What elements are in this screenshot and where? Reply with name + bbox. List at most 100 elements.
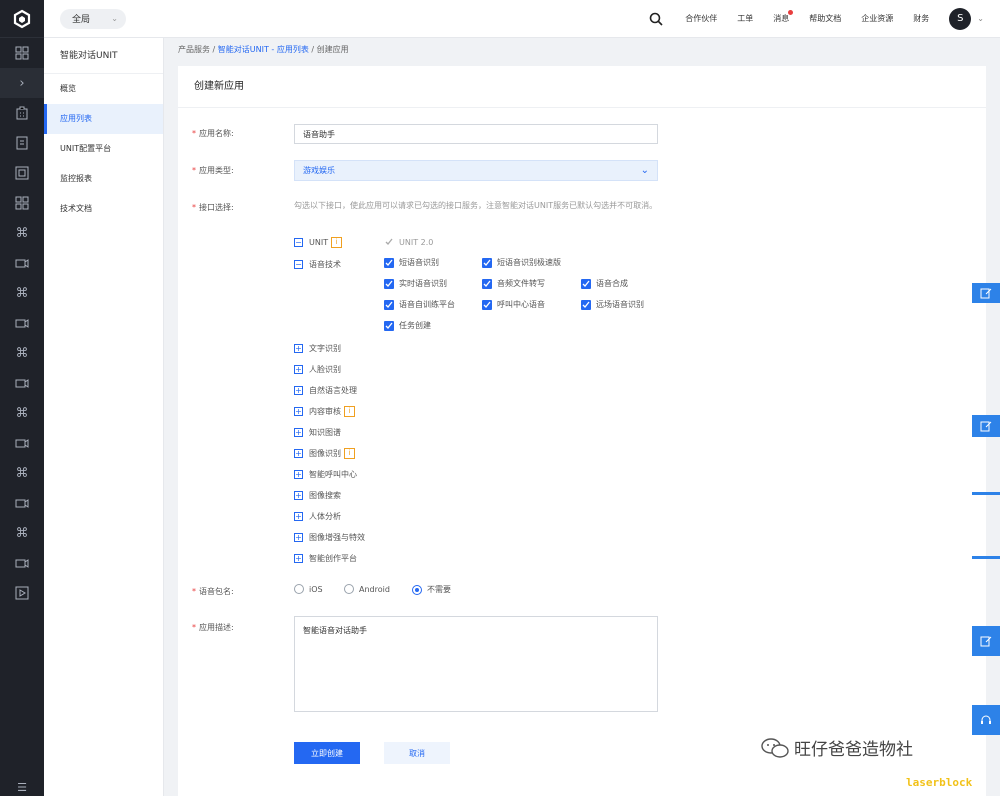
support-float-button[interactable] bbox=[972, 705, 1000, 735]
camera-icon[interactable] bbox=[0, 368, 44, 398]
checkbox-checked[interactable] bbox=[482, 257, 492, 268]
create-button[interactable]: 立即创建 bbox=[294, 742, 360, 764]
expand-icon[interactable]: › bbox=[0, 68, 44, 98]
api-group[interactable]: + 智能呼叫中心 bbox=[294, 469, 357, 480]
nav-partners[interactable]: 合作伙伴 bbox=[685, 13, 717, 24]
radio-button-selected[interactable] bbox=[412, 584, 422, 595]
expand-icon[interactable]: + bbox=[294, 470, 303, 479]
play-icon[interactable] bbox=[0, 578, 44, 608]
scope-selector[interactable]: 全局 ⌄ bbox=[60, 8, 126, 29]
expand-icon[interactable]: + bbox=[294, 449, 303, 458]
sidebar-item-overview[interactable]: 概览 bbox=[44, 74, 163, 104]
api-group[interactable]: + 智能创作平台 bbox=[294, 553, 357, 564]
panel-icon[interactable] bbox=[0, 158, 44, 188]
nav-messages[interactable]: 消息 bbox=[773, 10, 794, 24]
collapse-icon[interactable]: − bbox=[294, 238, 303, 247]
camera-icon[interactable] bbox=[0, 308, 44, 338]
api-item-label: 任务创建 bbox=[399, 321, 431, 330]
checkbox-checked[interactable] bbox=[581, 299, 591, 310]
api-group[interactable]: + 人体分析 bbox=[294, 511, 341, 522]
api-group[interactable]: + 文字识别 bbox=[294, 343, 341, 354]
radio-none[interactable]: 不需要 bbox=[412, 584, 451, 595]
command-icon[interactable]: ⌘ bbox=[0, 458, 44, 488]
checkbox-checked[interactable] bbox=[581, 278, 591, 289]
nav-finance[interactable]: 财务 bbox=[913, 13, 929, 24]
api-group[interactable]: + 内容审核 i bbox=[294, 406, 355, 417]
checkbox-checked[interactable] bbox=[482, 278, 492, 289]
api-item-checkbox[interactable]: 短语音识别极速版 bbox=[482, 257, 561, 268]
api-group[interactable]: + 自然语言处理 bbox=[294, 385, 357, 396]
expand-icon[interactable]: + bbox=[294, 344, 303, 353]
sidebar-item-tech-docs[interactable]: 技术文档 bbox=[44, 194, 163, 224]
grid-icon[interactable] bbox=[0, 38, 44, 68]
api-item-checkbox[interactable]: 呼叫中心语音 bbox=[482, 299, 545, 310]
api-item-checkbox[interactable]: 实时语音识别 bbox=[384, 278, 447, 289]
command-icon[interactable]: ⌘ bbox=[0, 278, 44, 308]
checkbox-checked[interactable] bbox=[384, 278, 394, 289]
api-group[interactable]: + 知识图谱 bbox=[294, 427, 341, 438]
menu-icon[interactable]: ☰ bbox=[0, 778, 44, 796]
api-group[interactable]: + 图像增强与特效 bbox=[294, 532, 365, 543]
edit-float-button[interactable] bbox=[972, 415, 1000, 437]
camera-icon[interactable] bbox=[0, 488, 44, 518]
breadcrumb-root[interactable]: 产品服务 bbox=[178, 45, 210, 54]
command-icon[interactable]: ⌘ bbox=[0, 218, 44, 248]
command-icon[interactable]: ⌘ bbox=[0, 398, 44, 428]
command-icon[interactable]: ⌘ bbox=[0, 518, 44, 548]
checkbox-checked[interactable] bbox=[384, 257, 394, 268]
chevron-down-icon[interactable]: ⌄ bbox=[977, 14, 984, 23]
api-group-label: 智能呼叫中心 bbox=[309, 470, 357, 479]
edit-float-button[interactable] bbox=[972, 283, 1000, 303]
avatar[interactable]: S bbox=[949, 7, 972, 30]
checkbox-checked[interactable] bbox=[482, 299, 492, 310]
feedback-float-button[interactable] bbox=[972, 626, 1000, 656]
expand-icon[interactable]: + bbox=[294, 533, 303, 542]
expand-icon[interactable]: + bbox=[294, 386, 303, 395]
sidebar-item-app-list[interactable]: 应用列表 bbox=[44, 104, 163, 134]
building-icon[interactable] bbox=[0, 98, 44, 128]
api-group[interactable]: + 人脸识别 bbox=[294, 364, 341, 375]
document-icon[interactable] bbox=[0, 128, 44, 158]
sidebar-item-unit-config[interactable]: UNIT配置平台 bbox=[44, 134, 163, 164]
expand-icon[interactable]: + bbox=[294, 365, 303, 374]
api-item-checkbox[interactable]: 远场语音识别 bbox=[581, 299, 644, 310]
api-group[interactable]: + 图像识别 i bbox=[294, 448, 355, 459]
checkbox-checked[interactable] bbox=[384, 320, 394, 331]
cancel-button[interactable]: 取消 bbox=[384, 742, 450, 764]
api-item-checkbox[interactable]: 音频文件转写 bbox=[482, 278, 545, 289]
radio-button[interactable] bbox=[344, 584, 354, 594]
radio-ios[interactable]: iOS bbox=[294, 584, 323, 594]
nav-enterprise[interactable]: 企业资源 bbox=[861, 13, 893, 24]
apps-icon[interactable] bbox=[0, 188, 44, 218]
radio-android[interactable]: Android bbox=[344, 584, 390, 594]
collapse-icon[interactable]: − bbox=[294, 260, 303, 269]
app-name-input[interactable]: 语音助手 bbox=[294, 124, 658, 144]
api-group-speech[interactable]: − 语音技术 bbox=[294, 259, 341, 270]
api-item-checkbox[interactable]: 任务创建 bbox=[384, 320, 431, 331]
checkbox-checked[interactable] bbox=[384, 299, 394, 310]
wechat-watermark: 旺仔爸爸造物社 bbox=[760, 735, 913, 760]
expand-icon[interactable]: + bbox=[294, 512, 303, 521]
api-item-checkbox[interactable]: 语音自训练平台 bbox=[384, 299, 455, 310]
cloud-logo[interactable] bbox=[0, 0, 44, 38]
camera-icon[interactable] bbox=[0, 248, 44, 278]
expand-icon[interactable]: + bbox=[294, 491, 303, 500]
expand-icon[interactable]: + bbox=[294, 554, 303, 563]
api-item-checkbox[interactable]: 语音合成 bbox=[581, 278, 628, 289]
breadcrumb-app-list[interactable]: 智能对话UNIT - 应用列表 bbox=[218, 45, 309, 54]
description-textarea[interactable]: 智能语音对话助手 bbox=[294, 616, 658, 712]
search-icon[interactable] bbox=[649, 12, 663, 26]
api-group[interactable]: + 图像搜索 bbox=[294, 490, 341, 501]
camera-icon[interactable] bbox=[0, 428, 44, 458]
api-group-unit[interactable]: − UNIT i bbox=[294, 237, 343, 248]
nav-ticket[interactable]: 工单 bbox=[737, 13, 753, 24]
expand-icon[interactable]: + bbox=[294, 428, 303, 437]
sidebar-item-monitor[interactable]: 监控报表 bbox=[44, 164, 163, 194]
api-item-checkbox[interactable]: 短语音识别 bbox=[384, 257, 439, 268]
command-icon[interactable]: ⌘ bbox=[0, 338, 44, 368]
camera-icon[interactable] bbox=[0, 548, 44, 578]
expand-icon[interactable]: + bbox=[294, 407, 303, 416]
app-type-select[interactable]: 游戏娱乐 ⌄ bbox=[294, 160, 658, 181]
radio-button[interactable] bbox=[294, 584, 304, 594]
nav-help-docs[interactable]: 帮助文档 bbox=[809, 13, 841, 24]
